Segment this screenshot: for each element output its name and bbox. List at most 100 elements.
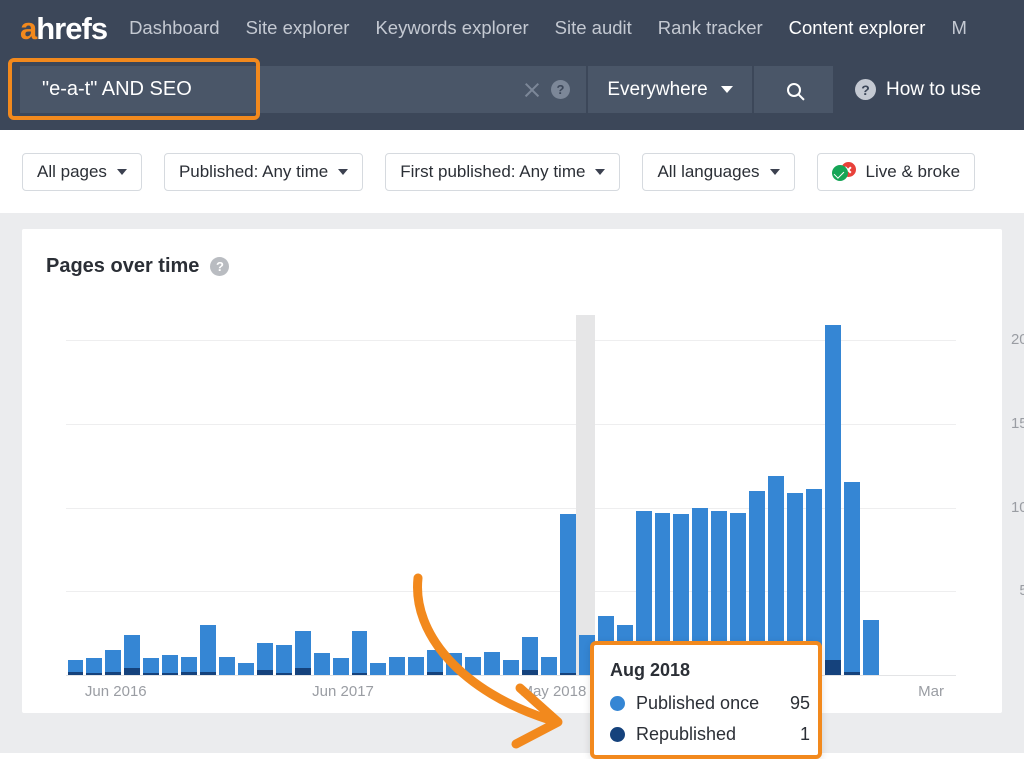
nav-item-rank-tracker[interactable]: Rank tracker: [658, 17, 763, 39]
search-row: "e-a-t" AND SEO ? Everywhere: [20, 66, 833, 113]
chevron-down-icon: [338, 169, 348, 175]
chart-bar[interactable]: [408, 657, 424, 675]
chart-x-tick-label: Jun 2016: [85, 683, 147, 700]
chart-bar-segment-published-once: [465, 657, 481, 675]
chart-bar[interactable]: [68, 660, 84, 675]
chart-bar[interactable]: [257, 643, 273, 675]
live-broken-icon: [832, 162, 856, 181]
chart-bar[interactable]: [219, 657, 235, 675]
chart-bar-segment-published-once: [389, 657, 405, 675]
ahrefs-logo[interactable]: ahrefs: [20, 13, 107, 44]
tooltip-label-republished: Republished: [636, 724, 736, 745]
tooltip-title: Aug 2018: [610, 660, 690, 681]
chart-bar[interactable]: [333, 658, 349, 675]
chart-bar[interactable]: [446, 653, 462, 675]
chart-bar[interactable]: [314, 653, 330, 675]
chart-y-tick-label: 50: [986, 582, 1024, 599]
search-submit-button[interactable]: [754, 66, 833, 113]
chart-bar-segment-published-once: [352, 631, 368, 675]
chart-bar-segment-published-once: [446, 653, 462, 675]
nav-items: Dashboard Site explorer Keywords explore…: [129, 17, 993, 39]
chart-bar[interactable]: [181, 657, 197, 675]
chart-bar[interactable]: [124, 635, 140, 675]
filter-all-languages[interactable]: All languages: [642, 153, 794, 191]
how-to-use-link[interactable]: ? How to use: [855, 66, 981, 113]
question-icon[interactable]: ?: [551, 80, 570, 99]
chart-bar[interactable]: [541, 657, 557, 675]
chart-bar[interactable]: [427, 650, 443, 675]
nav-item-dashboard[interactable]: Dashboard: [129, 17, 220, 39]
chart-bar[interactable]: [143, 658, 159, 675]
chevron-down-icon: [721, 86, 733, 93]
chart-y-tick-label: 150: [986, 415, 1024, 432]
close-icon[interactable]: [523, 81, 541, 99]
chart-bar-segment-published-once: [276, 645, 292, 675]
chart-bar-segment-published-once: [825, 325, 841, 675]
chart-tooltip: Aug 2018 Published once 95 Republished 1: [590, 641, 822, 759]
filter-toolbar: All pages Published: Any time First publ…: [0, 130, 1024, 213]
nav-item-more[interactable]: M: [951, 17, 966, 39]
chart-y-tick-label: 100: [986, 499, 1024, 516]
chart-bars: [66, 315, 956, 675]
chart-bar[interactable]: [825, 325, 841, 675]
tooltip-value-published-once: 95: [790, 693, 810, 714]
chart-bar[interactable]: [389, 657, 405, 675]
chart-y-tick-label: 0: [986, 666, 1024, 683]
chevron-down-icon: [117, 169, 127, 175]
chart-bar[interactable]: [522, 637, 538, 676]
chart-bar[interactable]: [503, 660, 519, 675]
chart-x-tick-label: Jun 2017: [312, 683, 374, 700]
chart-bar[interactable]: [238, 663, 254, 675]
pages-over-time-card: Pages over time ? 050100150200 Jun 2016J…: [22, 229, 1002, 713]
legend-dot-published-once: [610, 696, 625, 711]
chart-bar[interactable]: [86, 658, 102, 675]
chart-bar[interactable]: [105, 650, 121, 675]
chart-x-axis-line: [66, 675, 956, 676]
card-header: Pages over time ?: [46, 255, 229, 278]
filter-all-languages-label: All languages: [657, 162, 759, 182]
chart-bar[interactable]: [295, 631, 311, 675]
question-icon: ?: [855, 79, 876, 100]
nav-item-keywords-explorer[interactable]: Keywords explorer: [375, 17, 528, 39]
tooltip-value-republished: 1: [800, 724, 810, 745]
search-input-icons: ?: [523, 66, 570, 113]
filter-first-published[interactable]: First published: Any time: [385, 153, 620, 191]
nav-row: ahrefs Dashboard Site explorer Keywords …: [0, 0, 1024, 56]
chevron-down-icon: [770, 169, 780, 175]
chart-bar[interactable]: [162, 655, 178, 675]
top-navigation-bar: ahrefs Dashboard Site explorer Keywords …: [0, 0, 1024, 130]
chart-bar[interactable]: [370, 663, 386, 675]
chart-bar-segment-published-once: [219, 657, 235, 675]
chevron-down-icon: [595, 169, 605, 175]
chart-bar[interactable]: [465, 657, 481, 675]
chart-bar[interactable]: [560, 514, 576, 675]
nav-item-site-audit[interactable]: Site audit: [555, 17, 632, 39]
magnifier-icon: [787, 83, 801, 97]
search-scope-value: Everywhere: [607, 79, 707, 101]
filter-published[interactable]: Published: Any time: [164, 153, 363, 191]
how-to-use-label: How to use: [886, 79, 981, 101]
chart-bar[interactable]: [200, 625, 216, 675]
filter-live-and-broken[interactable]: Live & broke: [817, 153, 976, 191]
chart-bar[interactable]: [276, 645, 292, 675]
chart-bar-segment-republished: [124, 668, 140, 675]
chart-bar[interactable]: [863, 620, 879, 675]
chart-bar[interactable]: [484, 652, 500, 675]
search-input-value: "e-a-t" AND SEO: [42, 78, 192, 101]
nav-item-content-explorer[interactable]: Content explorer: [789, 17, 926, 39]
chart-bar[interactable]: [352, 631, 368, 675]
nav-item-site-explorer[interactable]: Site explorer: [246, 17, 350, 39]
tooltip-row-published-once: Published once 95: [610, 690, 810, 716]
chart-bar-segment-published-once: [408, 657, 424, 675]
chart-bar-segment-published-once: [333, 658, 349, 675]
chart-bar-segment-published-once: [238, 663, 254, 675]
question-icon[interactable]: ?: [210, 257, 229, 276]
chart-bar[interactable]: [844, 482, 860, 675]
filter-published-label: Published: Any time: [179, 162, 328, 182]
tooltip-label-published-once: Published once: [636, 693, 759, 714]
search-scope-dropdown[interactable]: Everywhere: [588, 66, 752, 113]
chart-x-tick-label: May 2018: [520, 683, 586, 700]
page-body: Pages over time ? 050100150200 Jun 2016J…: [0, 213, 1024, 753]
filter-all-pages[interactable]: All pages: [22, 153, 142, 191]
search-input[interactable]: "e-a-t" AND SEO ?: [20, 66, 586, 113]
